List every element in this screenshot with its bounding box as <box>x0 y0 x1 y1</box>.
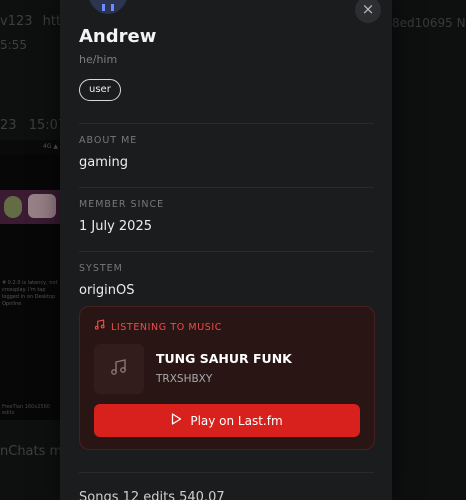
album-art-icon <box>109 357 129 381</box>
play-icon <box>171 413 182 428</box>
music-heading-text: LISTENING TO MUSIC <box>111 322 223 333</box>
profile-pronouns: he/him <box>79 53 118 66</box>
about-value: gaming <box>79 155 128 170</box>
close-icon: × <box>361 0 375 18</box>
avatar <box>88 0 128 14</box>
system-label: SYSTEM <box>79 263 123 274</box>
track-title: TUNG SAHUR FUNK <box>156 351 292 366</box>
role-badge: user <box>79 79 121 101</box>
system-value: originOS <box>79 283 135 298</box>
section-divider <box>79 187 374 188</box>
user-profile-panel: × Andrew he/him user ABOUT ME gaming MEM… <box>60 0 392 500</box>
profile-name: Andrew <box>79 26 157 47</box>
track-artist: TRXSHBXY <box>156 373 213 385</box>
music-card-heading: LISTENING TO MUSIC <box>94 319 222 333</box>
close-button[interactable]: × <box>355 0 381 23</box>
play-button-label: Play on Last.fm <box>190 413 283 428</box>
profile-stats-peek: Songs 12 edits 540.07 <box>79 490 225 500</box>
about-label: ABOUT ME <box>79 135 138 146</box>
play-on-lastfm-button[interactable]: Play on Last.fm <box>94 404 360 437</box>
listening-to-music-card: LISTENING TO MUSIC TUNG SAHUR FUNK TRXSH… <box>79 306 375 450</box>
member-since-label: MEMBER SINCE <box>79 199 165 210</box>
member-since-value: 1 July 2025 <box>79 219 152 234</box>
section-divider <box>79 251 374 252</box>
section-divider <box>79 123 374 124</box>
music-note-icon <box>94 319 106 333</box>
section-divider <box>79 472 374 473</box>
album-art <box>94 344 144 394</box>
